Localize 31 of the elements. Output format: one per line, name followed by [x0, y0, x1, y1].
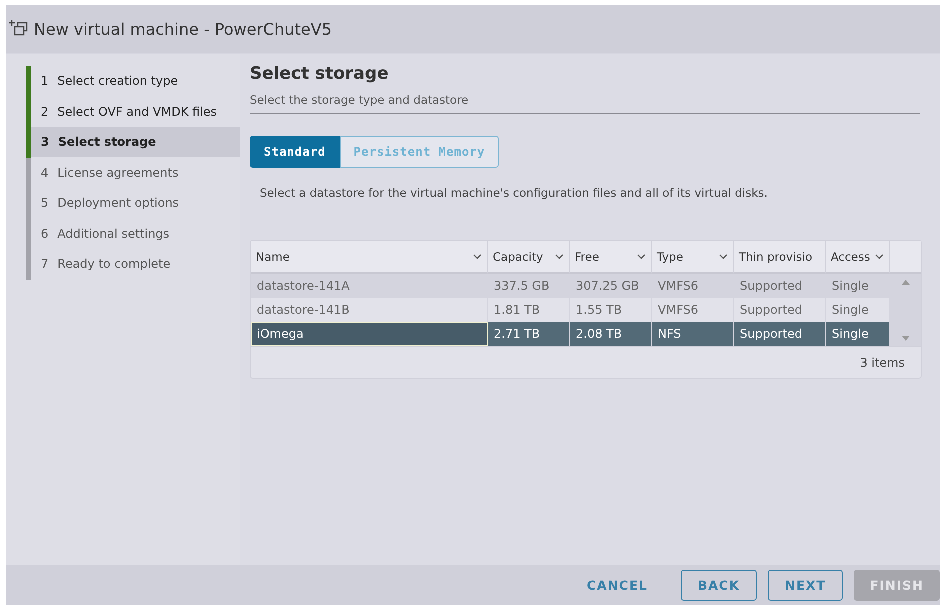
- table-cell: NFS: [652, 322, 734, 346]
- step-label: Select creation type: [58, 74, 178, 88]
- table-cell: datastore-141A: [251, 274, 488, 298]
- step-number: 5: [41, 196, 49, 210]
- step-number: 4: [41, 166, 49, 180]
- table-cell: 2.71 TB: [488, 322, 570, 346]
- table-cell: 307.25 GB: [570, 274, 652, 298]
- step-label: License agreements: [58, 166, 179, 180]
- table-cell: 2.08 TB: [570, 322, 652, 346]
- table-cell: Single: [826, 274, 890, 298]
- page-subtitle: Select the storage type and datastore: [250, 93, 920, 114]
- table-cell: Single: [826, 322, 890, 346]
- step-number: 7: [41, 257, 49, 271]
- step-number: 2: [41, 104, 49, 118]
- step-label: Select OVF and VMDK files: [58, 104, 218, 118]
- step-label: Select storage: [58, 135, 156, 149]
- item-count: 3 items: [860, 356, 905, 370]
- window-title: New virtual machine - PowerChuteV5: [34, 20, 332, 38]
- instruction-text: Select a datastore for the virtual machine's configuration files and all of its virtual disks.: [260, 186, 769, 200]
- step-label: Additional settings: [58, 226, 170, 240]
- step-number: 6: [41, 226, 49, 240]
- step-number: 1: [41, 74, 49, 88]
- table-cell: VMFS6: [652, 274, 734, 298]
- table-cell: 337.5 GB: [488, 274, 570, 298]
- table-cell: Supported: [734, 274, 826, 298]
- table-cell: iOmega: [251, 322, 488, 346]
- table-cell: Supported: [734, 322, 826, 346]
- step-label: Deployment options: [58, 196, 180, 210]
- page-title: Select storage: [250, 64, 390, 84]
- step-label: Ready to complete: [58, 257, 171, 271]
- step-number: 3: [41, 135, 50, 149]
